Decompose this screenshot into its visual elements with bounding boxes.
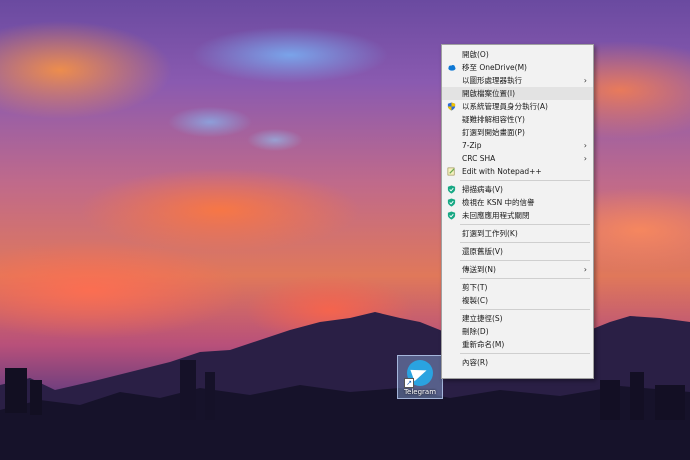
menu-item-11[interactable]: 掃描病毒(V)	[442, 183, 593, 196]
menu-item-13[interactable]: 未回應應用程式關閉	[442, 209, 593, 222]
menu-item-label: 釘選到開始畫面(P)	[462, 128, 525, 137]
menu-item-label: 掃描病毒(V)	[462, 185, 503, 194]
menu-item-label: 傳送到(N)	[462, 265, 496, 274]
context-menu: 開啟(O) 移至 OneDrive(M) 以圖形處理器執行 › 開啟檔案位置(I) 以系統…	[441, 44, 594, 379]
shortcut-arrow-icon: ↗	[404, 378, 414, 388]
desktop-wallpaper: ↗ Telegram 開啟(O) 移至 OneDrive(M) 以圖形處理器執行 › 開…	[0, 0, 690, 460]
chevron-right-icon: ›	[583, 141, 587, 150]
menu-item-15[interactable]: 釘選到工作列(K)	[442, 227, 593, 240]
menu-item-5[interactable]: 疑難排解相容性(Y)	[442, 113, 593, 126]
kaspersky-shield-icon	[447, 211, 456, 220]
menu-item-label: 開啟(O)	[462, 50, 489, 59]
menu-item-3[interactable]: 開啟檔案位置(I)	[442, 87, 593, 100]
menu-item-0[interactable]: 開啟(O)	[442, 48, 593, 61]
menu-separator	[460, 309, 590, 310]
menu-item-22[interactable]: 複製(C)	[442, 294, 593, 307]
menu-item-19[interactable]: 傳送到(N) ›	[442, 263, 593, 276]
menu-item-label: 建立捷徑(S)	[462, 314, 503, 323]
menu-separator	[460, 242, 590, 243]
kaspersky-shield-icon	[447, 198, 456, 207]
menu-item-26[interactable]: 重新命名(M)	[442, 338, 593, 351]
menu-item-21[interactable]: 剪下(T)	[442, 281, 593, 294]
menu-separator	[460, 224, 590, 225]
chevron-right-icon: ›	[583, 265, 587, 274]
desktop-icon-label: Telegram	[403, 388, 437, 396]
notepad-plus-plus-icon	[447, 167, 456, 176]
kaspersky-shield-icon	[447, 185, 456, 194]
menu-item-label: 以圖形處理器執行	[462, 76, 522, 85]
menu-item-24[interactable]: 建立捷徑(S)	[442, 312, 593, 325]
menu-item-label: 未回應應用程式關閉	[462, 211, 530, 220]
menu-item-label: 複製(C)	[462, 296, 489, 305]
menu-item-label: 開啟檔案位置(I)	[462, 89, 516, 98]
onedrive-cloud-icon	[447, 63, 456, 72]
menu-item-2[interactable]: 以圖形處理器執行 ›	[442, 74, 593, 87]
menu-item-17[interactable]: 還原舊版(V)	[442, 245, 593, 258]
uac-shield-icon	[447, 102, 456, 111]
menu-item-label: Edit with Notepad++	[462, 167, 542, 176]
menu-separator	[460, 180, 590, 181]
telegram-desktop-shortcut[interactable]: ↗ Telegram	[397, 355, 443, 399]
menu-item-label: CRC SHA	[462, 154, 496, 163]
menu-item-9[interactable]: Edit with Notepad++	[442, 165, 593, 178]
chevron-right-icon: ›	[583, 154, 587, 163]
menu-item-label: 剪下(T)	[462, 283, 488, 292]
menu-item-1[interactable]: 移至 OneDrive(M)	[442, 61, 593, 74]
menu-item-label: 刪除(D)	[462, 327, 489, 336]
menu-item-label: 移至 OneDrive(M)	[462, 63, 527, 72]
menu-item-label: 重新命名(M)	[462, 340, 505, 349]
menu-item-label: 疑難排解相容性(Y)	[462, 115, 525, 124]
menu-item-label: 還原舊版(V)	[462, 247, 503, 256]
menu-item-6[interactable]: 釘選到開始畫面(P)	[442, 126, 593, 139]
menu-item-25[interactable]: 刪除(D)	[442, 325, 593, 338]
menu-item-28[interactable]: 內容(R)	[442, 356, 593, 369]
menu-separator	[460, 278, 590, 279]
menu-item-label: 7-Zip	[462, 141, 482, 150]
menu-item-label: 檢視在 KSN 中的信譽	[462, 198, 535, 207]
menu-item-label: 以系統管理員身分執行(A)	[462, 102, 548, 111]
menu-item-8[interactable]: CRC SHA ›	[442, 152, 593, 165]
menu-item-7[interactable]: 7-Zip ›	[442, 139, 593, 152]
menu-item-4[interactable]: 以系統管理員身分執行(A)	[442, 100, 593, 113]
chevron-right-icon: ›	[583, 76, 587, 85]
menu-item-label: 釘選到工作列(K)	[462, 229, 518, 238]
menu-separator	[460, 353, 590, 354]
menu-item-label: 內容(R)	[462, 358, 489, 367]
menu-item-12[interactable]: 檢視在 KSN 中的信譽	[442, 196, 593, 209]
menu-separator	[460, 260, 590, 261]
